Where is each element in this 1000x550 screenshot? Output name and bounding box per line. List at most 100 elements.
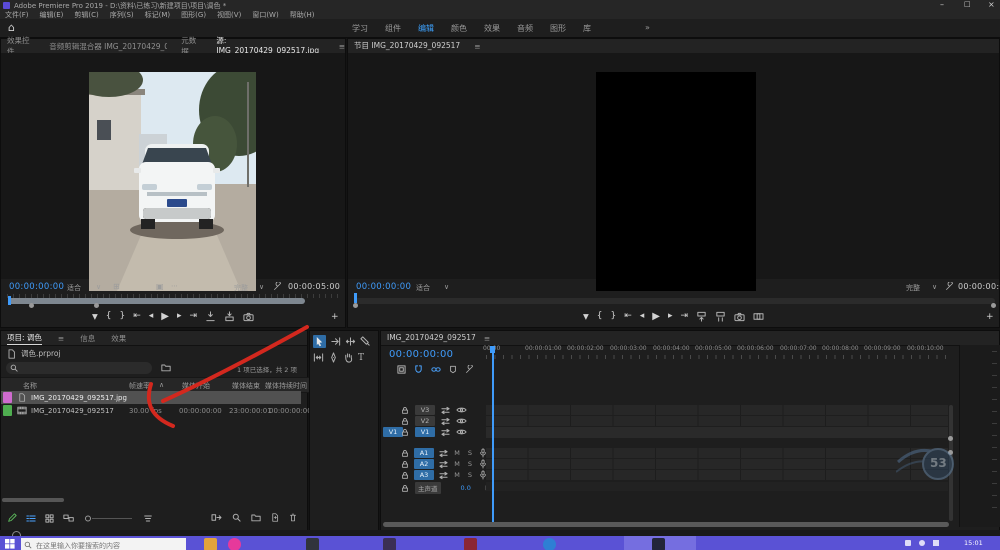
workspace-tab-audio[interactable]: 音频	[517, 23, 533, 34]
delete-trash-icon[interactable]	[289, 513, 297, 522]
label-color-chip[interactable]	[3, 392, 12, 403]
lock-icon[interactable]	[401, 417, 409, 426]
track-select-forward-tool[interactable]	[330, 336, 341, 347]
project-bin-filter-icon[interactable]	[161, 363, 171, 372]
tab-audio-clip-mixer[interactable]: 音频剪辑混合器 IMG_20170429_092517.jpg	[49, 41, 167, 52]
list-view-icon[interactable]	[26, 514, 36, 523]
mute-button[interactable]: M	[453, 449, 461, 457]
mark-in-button[interactable]: {	[106, 312, 112, 321]
track-label[interactable]: V1	[415, 427, 435, 437]
workspace-tab-effects[interactable]: 效果	[484, 23, 500, 34]
column-media-duration[interactable]: 媒体持续时间	[265, 381, 307, 391]
project-row-sequence[interactable]: IMG_20170429_092517 30.00 fps 00:00:00:0…	[1, 404, 301, 417]
taskbar-tray[interactable]	[905, 540, 939, 546]
taskbar-app-premiere[interactable]	[652, 538, 665, 550]
taskbar-search-box[interactable]	[21, 538, 186, 550]
column-name[interactable]: 名称	[23, 381, 37, 391]
program-playhead[interactable]	[354, 293, 357, 303]
program-scroll-handle-right[interactable]	[991, 303, 996, 308]
taskbar-clock[interactable]: 15:01	[964, 539, 983, 547]
go-to-out-button[interactable]: ⇥	[190, 312, 198, 321]
close-button[interactable]: ×	[988, 0, 995, 9]
go-to-in-button[interactable]: ⇤	[624, 312, 632, 321]
project-breadcrumb[interactable]: 调色.prproj	[7, 348, 61, 359]
lift-button[interactable]	[696, 311, 707, 322]
track-lane-v1[interactable]	[486, 427, 948, 438]
insert-button[interactable]	[205, 311, 216, 322]
source-timecode[interactable]: 00:00:00:00	[9, 282, 64, 292]
tab-info[interactable]: 信息	[80, 333, 95, 344]
program-zoom-scrollbar[interactable]	[354, 298, 995, 304]
menu-view[interactable]: 视图(V)	[217, 10, 241, 20]
sort-ascending-icon[interactable]: ∧	[159, 381, 164, 389]
track-header-v2[interactable]: V2	[401, 416, 467, 426]
type-tool[interactable]: T	[358, 353, 364, 363]
source-zoom-scrollbar[interactable]	[8, 298, 305, 304]
program-zoom-select[interactable]: 适合	[416, 283, 430, 293]
sort-icons[interactable]	[143, 514, 153, 523]
taskbar-app-blue[interactable]	[543, 538, 556, 550]
source-quality-select[interactable]: 完整	[234, 283, 248, 293]
source-settings-wrench-icon[interactable]	[273, 282, 282, 291]
nest-toggle-icon[interactable]	[397, 365, 406, 374]
taskbar-app-active-segment[interactable]	[624, 536, 696, 550]
safe-margins-button[interactable]: ⊞	[113, 282, 120, 291]
solo-button[interactable]: S	[466, 471, 474, 479]
icon-view-icon[interactable]	[45, 514, 54, 523]
lock-icon[interactable]	[401, 484, 409, 493]
sync-lock-icon[interactable]	[441, 417, 450, 426]
start-button[interactable]	[5, 539, 15, 549]
mute-button[interactable]: M	[453, 471, 461, 479]
timeline-vscrollbar[interactable]	[949, 405, 953, 521]
step-forward-button[interactable]: ▸	[177, 312, 182, 321]
column-framerate[interactable]: 帧速率	[129, 381, 150, 391]
sync-lock-icon[interactable]	[439, 471, 448, 480]
hand-tool[interactable]	[343, 352, 354, 363]
project-row-still[interactable]: IMG_20170429_092517.jpg	[1, 391, 301, 404]
project-search-input[interactable]	[20, 362, 150, 376]
step-back-button[interactable]: ◂	[149, 312, 154, 321]
track-header-a2[interactable]: A2 M S	[401, 459, 487, 469]
lock-icon[interactable]	[401, 460, 409, 469]
solo-button[interactable]: S	[466, 449, 474, 457]
source-more-button[interactable]: ⋯	[171, 282, 178, 290]
track-lane-a1[interactable]	[486, 448, 948, 458]
mark-in-button[interactable]: {	[597, 312, 603, 321]
source-quality-dropdown-icon[interactable]: ∨	[259, 283, 264, 291]
track-label[interactable]: A3	[414, 470, 434, 480]
program-settings-wrench-icon[interactable]	[945, 282, 954, 291]
program-scroll-handle-left[interactable]	[353, 303, 358, 308]
source-scrub-area[interactable]	[1, 293, 347, 307]
lock-icon[interactable]	[401, 406, 409, 415]
track-label[interactable]: V2	[415, 416, 435, 426]
taskbar-app-pink[interactable]	[228, 538, 241, 550]
menu-markers[interactable]: 标记(M)	[145, 10, 171, 20]
column-media-end[interactable]: 媒体结束	[232, 381, 260, 391]
track-label[interactable]: A2	[414, 459, 434, 469]
add-marker-button[interactable]: ▼	[583, 313, 589, 321]
extract-button[interactable]	[715, 311, 726, 322]
automate-to-sequence-icon[interactable]	[211, 513, 222, 522]
source-zoom-dropdown-icon[interactable]: ∨	[96, 283, 101, 291]
track-visibility-eye-icon[interactable]	[456, 428, 467, 436]
menu-sequence[interactable]: 序列(S)	[110, 10, 134, 20]
taskbar-app-maroon[interactable]	[464, 538, 477, 550]
taskbar-app-folder[interactable]	[204, 538, 217, 550]
menu-help[interactable]: 帮助(H)	[290, 10, 315, 20]
track-header-a1[interactable]: A1 M S	[401, 448, 487, 458]
track-visibility-eye-icon[interactable]	[456, 406, 467, 414]
minimize-button[interactable]: –	[940, 0, 944, 9]
writable-pencil-icon[interactable]	[7, 513, 17, 523]
find-icon[interactable]	[232, 513, 241, 522]
workspace-tab-assembly[interactable]: 组件	[385, 23, 401, 34]
overwrite-button[interactable]	[224, 311, 235, 322]
column-media-start[interactable]: 媒体开始	[182, 381, 210, 391]
add-marker-button[interactable]: ▼	[92, 313, 98, 321]
vscroll-handle-top[interactable]	[948, 436, 953, 441]
timeline-ruler[interactable]: 00:00 00:00:01:00 00:00:02:00 00:00:03:0…	[486, 345, 948, 361]
taskbar-app-dark1[interactable]	[306, 538, 319, 550]
vscroll-handle-bottom[interactable]	[948, 450, 953, 455]
program-quality-dropdown-icon[interactable]: ∨	[932, 283, 937, 291]
taskbar-app-dark2[interactable]	[383, 538, 396, 550]
menu-clip[interactable]: 剪辑(C)	[74, 10, 98, 20]
